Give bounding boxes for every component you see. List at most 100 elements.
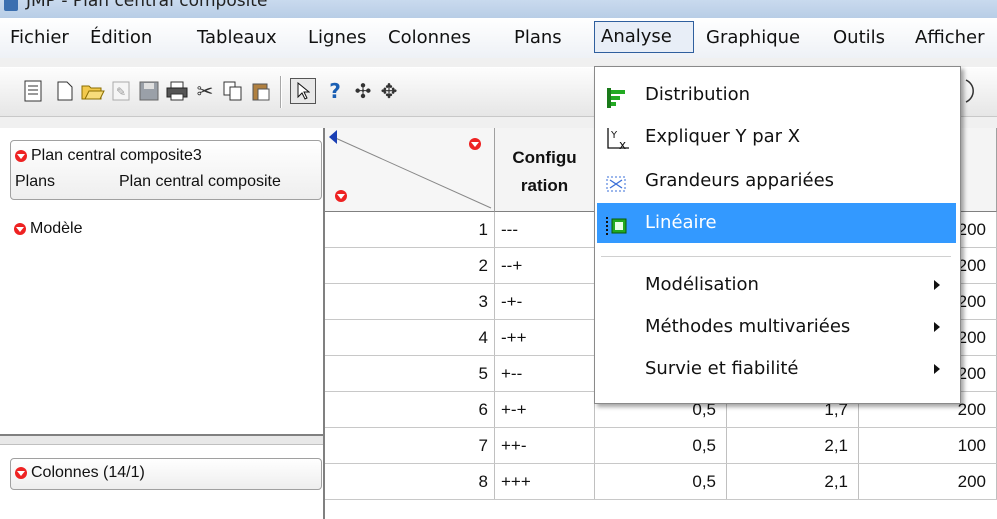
model-row[interactable]: Modèle	[14, 220, 82, 238]
menu-lignes[interactable]: Lignes	[308, 18, 366, 58]
config-cell[interactable]: -+-	[495, 284, 595, 319]
menu-separator	[601, 256, 951, 257]
value-cell-c[interactable]: 100	[859, 428, 997, 463]
menu-afficher[interactable]: Afficher	[915, 18, 985, 58]
move-icon[interactable]: ✥	[376, 78, 402, 104]
menu-bar: Fichier Édition Tableaux Lignes Colonnes…	[0, 18, 997, 59]
report-icon[interactable]	[20, 78, 46, 104]
columns-row[interactable]: Colonnes (14/1)	[15, 464, 145, 482]
menu-item-label: Linéaire	[645, 212, 717, 233]
value-cell-a[interactable]: 0,5	[595, 464, 727, 499]
disclosure-icon[interactable]	[15, 466, 27, 479]
menu-item-modelisation[interactable]: Modélisation	[597, 265, 956, 305]
plans-label: Plans	[15, 173, 56, 190]
config-cell[interactable]: -++	[495, 320, 595, 355]
table-outline: Plan central composite3 Plans Plan centr…	[10, 140, 322, 200]
submenu-arrow-icon	[934, 322, 940, 332]
config-cell[interactable]: ++-	[495, 428, 595, 463]
title-bar: JMP - Plan central composite	[0, 0, 997, 18]
svg-text:✎: ✎	[116, 85, 126, 99]
value-cell-c[interactable]: 200	[859, 464, 997, 499]
menu-item-fit-y-by-x[interactable]: Yx Expliquer Y par X	[597, 117, 956, 157]
menu-item-linear[interactable]: Linéaire	[597, 203, 956, 243]
columns-label: Colonnes (14/1)	[31, 464, 145, 481]
menu-plans[interactable]: Plans	[514, 18, 562, 58]
menu-item-matched-pairs[interactable]: Grandeurs appariées	[597, 161, 956, 201]
menu-graphique[interactable]: Graphique	[706, 18, 800, 58]
paste-icon[interactable]	[248, 78, 274, 104]
submenu-arrow-icon	[934, 364, 940, 374]
row-number[interactable]: 4	[325, 320, 495, 355]
menu-colonnes[interactable]: Colonnes	[388, 18, 471, 58]
print-icon[interactable]	[164, 78, 190, 104]
config-cell[interactable]: ---	[495, 212, 595, 247]
menu-item-label: Survie et fiabilité	[645, 358, 799, 379]
value-cell-a[interactable]: 0,5	[595, 428, 727, 463]
table-panel: Plan central composite3 Plans Plan centr…	[0, 128, 325, 519]
menu-fichier[interactable]: Fichier	[10, 18, 69, 58]
corner-cell[interactable]	[325, 128, 495, 212]
svg-text:x: x	[619, 138, 626, 151]
menu-item-label: Expliquer Y par X	[645, 126, 801, 147]
columns-outline[interactable]: Colonnes (14/1)	[10, 458, 322, 490]
columns-menu-icon[interactable]	[335, 190, 347, 202]
table-title-row[interactable]: Plan central composite3	[15, 147, 202, 165]
row-number[interactable]: 3	[325, 284, 495, 319]
menu-item-label: Grandeurs appariées	[645, 170, 835, 191]
menu-item-survival[interactable]: Survie et fiabilité	[597, 349, 956, 389]
open-icon[interactable]	[80, 78, 106, 104]
row-number[interactable]: 5	[325, 356, 495, 391]
col-header-line2: ration	[520, 176, 569, 195]
table-name: Plan central composite3	[31, 147, 202, 164]
model-label: Modèle	[30, 220, 83, 237]
row-number[interactable]: 7	[325, 428, 495, 463]
copy-icon[interactable]	[220, 78, 246, 104]
row-number[interactable]: 1	[325, 212, 495, 247]
table-row[interactable]: 8 +++ 0,5 2,1 200	[325, 464, 997, 500]
config-cell[interactable]: +++	[495, 464, 595, 499]
plans-value: Plan central composite	[119, 173, 281, 190]
menu-tableaux[interactable]: Tableaux	[197, 18, 277, 58]
panel-divider[interactable]	[0, 434, 323, 445]
menu-item-distribution[interactable]: Distribution	[597, 75, 956, 115]
value-cell-b[interactable]: 2,1	[727, 464, 859, 499]
table-row[interactable]: 7 ++- 0,5 2,1 100	[325, 428, 997, 464]
linear-model-icon	[605, 212, 629, 235]
help-icon[interactable]: ?	[322, 78, 348, 104]
menu-analyse[interactable]: Analyse	[594, 21, 694, 53]
svg-text:Y: Y	[610, 130, 618, 141]
row-number[interactable]: 6	[325, 392, 495, 427]
crosshair-icon[interactable]: ✣	[350, 78, 376, 104]
save-icon[interactable]	[136, 78, 162, 104]
column-header-configuration[interactable]: Configu ration	[495, 128, 595, 212]
config-cell[interactable]: +-+	[495, 392, 595, 427]
menu-item-label: Méthodes multivariées	[645, 316, 851, 337]
arrow-icon[interactable]	[290, 78, 316, 104]
value-cell-b[interactable]: 2,1	[727, 428, 859, 463]
submenu-arrow-icon	[934, 280, 940, 290]
fit-y-by-x-icon: Yx	[605, 126, 629, 152]
analyse-menu: Distribution Yx Expliquer Y par X Grande…	[594, 66, 961, 404]
menu-item-label: Modélisation	[645, 274, 759, 295]
row-number[interactable]: 8	[325, 464, 495, 499]
config-cell[interactable]: --+	[495, 248, 595, 283]
edit-icon[interactable]: ✎	[108, 78, 134, 104]
disclosure-icon[interactable]	[15, 149, 27, 162]
app-icon	[4, 0, 18, 11]
rows-menu-icon[interactable]	[469, 138, 481, 150]
cut-icon[interactable]: ✂	[192, 78, 218, 104]
window-title: JMP - Plan central composite	[26, 0, 268, 11]
new-icon[interactable]	[52, 78, 78, 104]
circle-tool-icon[interactable]	[962, 78, 988, 104]
menu-item-label: Distribution	[645, 84, 751, 105]
toolbar-separator	[280, 76, 282, 108]
config-cell[interactable]: +--	[495, 356, 595, 391]
col-header-line1: Configu	[512, 148, 577, 167]
menu-item-multivariate[interactable]: Méthodes multivariées	[597, 307, 956, 347]
menu-outils[interactable]: Outils	[833, 18, 885, 58]
matched-pairs-icon	[605, 170, 629, 192]
menu-edition[interactable]: Édition	[90, 18, 152, 58]
row-number[interactable]: 2	[325, 248, 495, 283]
distribution-icon	[605, 84, 629, 108]
disclosure-icon[interactable]	[14, 222, 26, 235]
